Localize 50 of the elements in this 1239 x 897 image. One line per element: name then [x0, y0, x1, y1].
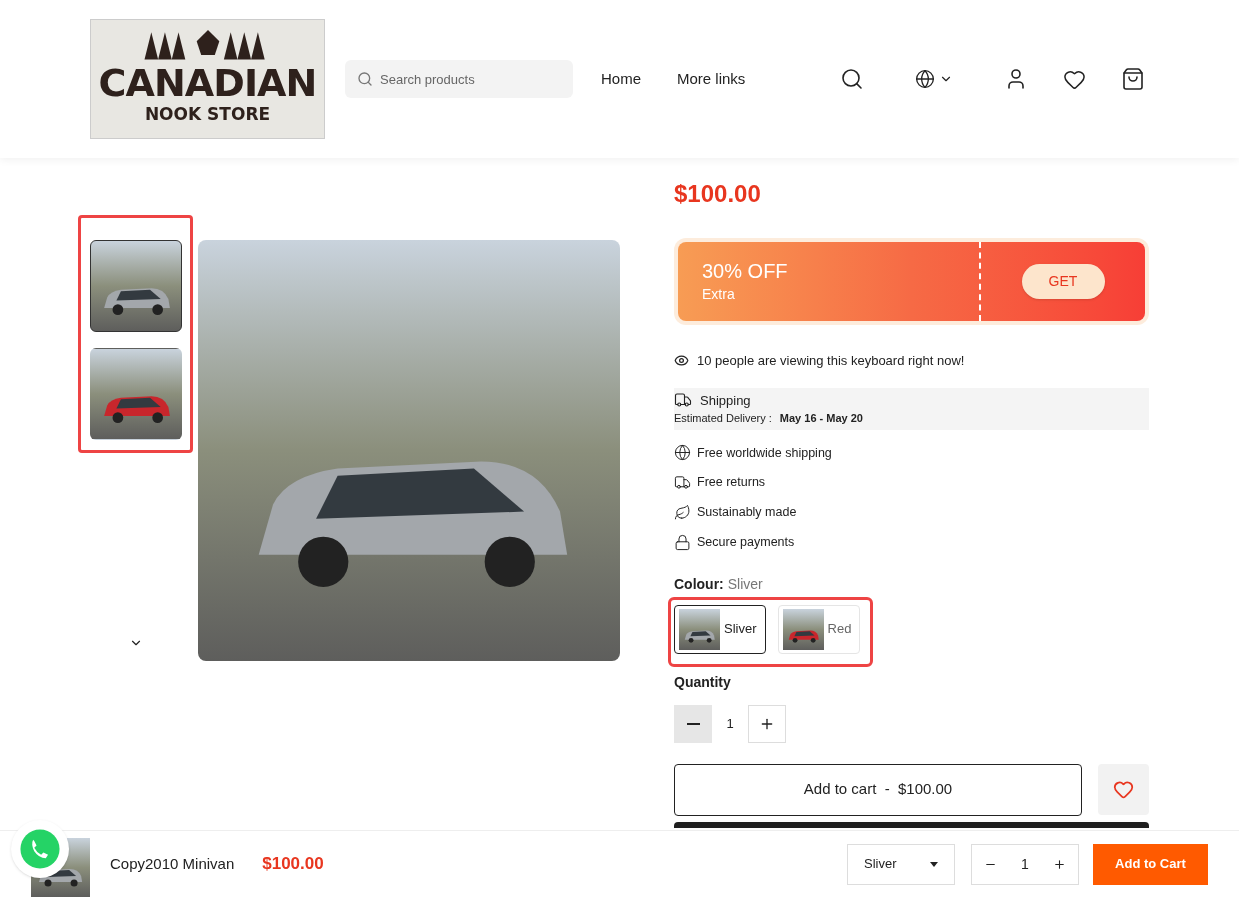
- feature-text: Secure payments: [697, 533, 795, 551]
- dark-button[interactable]: [674, 821, 1149, 828]
- eye-icon: [674, 353, 689, 369]
- leaf-icon: [674, 503, 691, 521]
- sticky-price: $100.00: [262, 853, 324, 876]
- logo-title: CANADIAN: [98, 64, 317, 103]
- coupon-subtitle: Extra: [702, 284, 736, 304]
- feature-text: Free worldwide shipping: [697, 444, 832, 462]
- nav-link[interactable]: Home: [601, 67, 641, 91]
- colour-value: Sliver: [727, 574, 763, 594]
- minus-icon: [686, 722, 700, 725]
- thumbnail[interactable]: [90, 240, 182, 332]
- colour-swatch[interactable]: Red: [777, 604, 861, 654]
- coupon-title: 30% OFF: [702, 258, 789, 284]
- search-icon: [357, 71, 373, 87]
- language-selector[interactable]: [915, 69, 953, 89]
- colour-label: Colour:: [674, 574, 724, 594]
- truck-icon: [674, 474, 691, 492]
- delivery-label: Estimated Delivery :: [674, 411, 772, 426]
- lock-icon: [674, 533, 691, 551]
- search-icon[interactable]: [840, 67, 864, 91]
- car-photo: [679, 608, 720, 650]
- quantity-value: 1: [725, 714, 735, 733]
- plus-icon[interactable]: [1053, 857, 1066, 871]
- increase-button[interactable]: [748, 704, 786, 743]
- globe-icon: [915, 69, 935, 89]
- product-title: Copy2010 Minivan: [110, 853, 235, 874]
- add-to-cart-button[interactable]: Add to cart - $100.00: [674, 763, 1082, 816]
- colour-swatch[interactable]: Sliver: [674, 604, 766, 654]
- quantity-stepper[interactable]: 1: [971, 843, 1079, 885]
- truck-icon: [674, 391, 692, 410]
- nav-link[interactable]: More links: [677, 67, 746, 91]
- globe-icon: [674, 444, 691, 462]
- thumbnail[interactable]: [90, 348, 182, 440]
- caret-icon: [930, 861, 938, 867]
- viewers-text: 10 people are viewing this keyboard right now!: [697, 352, 965, 370]
- store-logo[interactable]: CANADIAN NOOK STORE: [90, 19, 325, 139]
- quantity-label: Quantity: [674, 672, 732, 692]
- feature-text: Sustainably made: [697, 504, 797, 521]
- logo-subtitle: NOOK STORE: [144, 103, 271, 127]
- shipping-title: Shipping: [700, 391, 751, 410]
- search-field[interactable]: Search products: [345, 60, 573, 98]
- price: $100.00: [674, 179, 762, 209]
- wishlist-button[interactable]: [1098, 763, 1149, 815]
- cart-icon[interactable]: [1121, 67, 1145, 91]
- feature-text: Free returns: [697, 474, 766, 492]
- car-photo: [782, 608, 824, 650]
- quantity-value: 1: [1021, 854, 1029, 874]
- delivery-dates: May 16 - May 20: [779, 411, 863, 426]
- variant-select[interactable]: Sliver: [847, 843, 955, 885]
